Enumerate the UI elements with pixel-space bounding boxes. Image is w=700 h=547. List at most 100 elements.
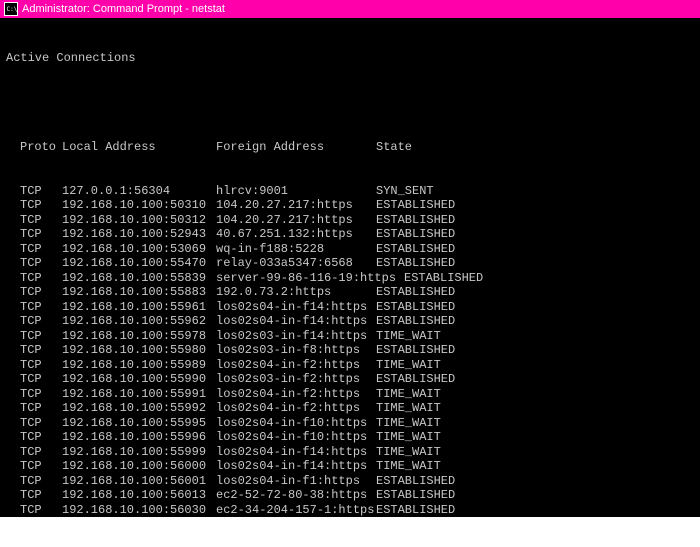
cell-foreign-address: hlrcv:9001 (216, 184, 376, 199)
cmd-icon: C:\ (4, 2, 18, 16)
terminal-output[interactable]: Active Connections ProtoLocal AddressFor… (0, 18, 700, 517)
cell-proto: TCP (6, 256, 62, 271)
cell-state: TIME_WAIT (376, 430, 441, 445)
connection-row: TCP192.168.10.100:55989los02s04-in-f2:ht… (6, 358, 694, 373)
cell-proto: TCP (6, 445, 62, 460)
col-local-header: Local Address (62, 140, 216, 155)
cell-state: SYN_SENT (376, 184, 434, 199)
title-bar[interactable]: C:\ Administrator: Command Prompt - nets… (0, 0, 700, 18)
cell-proto: TCP (6, 474, 62, 489)
cell-proto: TCP (6, 459, 62, 474)
cell-state: TIME_WAIT (376, 445, 441, 460)
cell-foreign-address: los02s03-in-f2:https (216, 372, 376, 387)
col-foreign-header: Foreign Address (216, 140, 376, 155)
cell-state: ESTABLISHED (376, 285, 455, 300)
cell-proto: TCP (6, 358, 62, 373)
cell-local-address: 192.168.10.100:52943 (62, 227, 216, 242)
connection-row: TCP192.168.10.100:55990los02s03-in-f2:ht… (6, 372, 694, 387)
connection-row: TCP192.168.10.100:56001los02s04-in-f1:ht… (6, 474, 694, 489)
cell-local-address: 192.168.10.100:55989 (62, 358, 216, 373)
cell-proto: TCP (6, 503, 62, 518)
col-proto-header: Proto (6, 140, 62, 155)
cell-foreign-address: los02s04-in-f10:https (216, 430, 376, 445)
page-margin (0, 517, 700, 547)
cell-proto: TCP (6, 184, 62, 199)
cell-local-address: 192.168.10.100:55991 (62, 387, 216, 402)
cell-local-address: 192.168.10.100:56001 (62, 474, 216, 489)
connection-row: TCP192.168.10.100:55839server-99-86-116-… (6, 271, 694, 286)
cell-foreign-address: los02s04-in-f1:https (216, 474, 376, 489)
cell-proto: TCP (6, 387, 62, 402)
connection-row: TCP127.0.0.1:56304hlrcv:9001SYN_SENT (6, 184, 694, 199)
cell-foreign-address: los02s04-in-f14:https (216, 300, 376, 315)
cell-proto: TCP (6, 416, 62, 431)
cell-local-address: 192.168.10.100:55978 (62, 329, 216, 344)
cell-proto: TCP (6, 430, 62, 445)
cell-local-address: 192.168.10.100:55962 (62, 314, 216, 329)
cell-foreign-address: 104.20.27.217:https (216, 213, 376, 228)
cell-proto: TCP (6, 242, 62, 257)
cell-proto: TCP (6, 401, 62, 416)
cell-state: ESTABLISHED (376, 198, 455, 213)
cell-state: ESTABLISHED (376, 503, 455, 518)
cell-local-address: 192.168.10.100:50310 (62, 198, 216, 213)
connection-row: TCP192.168.10.100:50310104.20.27.217:htt… (6, 198, 694, 213)
cell-state: ESTABLISHED (376, 256, 455, 271)
connection-row: TCP192.168.10.100:56013ec2-52-72-80-38:h… (6, 488, 694, 503)
cell-state: TIME_WAIT (376, 329, 441, 344)
cell-local-address: 192.168.10.100:55996 (62, 430, 216, 445)
cell-proto: TCP (6, 372, 62, 387)
cell-local-address: 192.168.10.100:55995 (62, 416, 216, 431)
cell-state: ESTABLISHED (376, 227, 455, 242)
cell-state: TIME_WAIT (376, 459, 441, 474)
col-state-header: State (376, 140, 412, 155)
cell-proto: TCP (6, 343, 62, 358)
cell-foreign-address: los02s03-in-f14:https (216, 329, 376, 344)
cell-local-address: 192.168.10.100:56013 (62, 488, 216, 503)
cell-state: ESTABLISHED (376, 372, 455, 387)
cell-state: ESTABLISHED (376, 474, 455, 489)
cell-foreign-address: los02s04-in-f14:https (216, 445, 376, 460)
cell-state: ESTABLISHED (376, 343, 455, 358)
cell-proto: TCP (6, 314, 62, 329)
cell-proto: TCP (6, 285, 62, 300)
connection-row: TCP192.168.10.100:55883192.0.73.2:httpsE… (6, 285, 694, 300)
connection-row: TCP192.168.10.100:5294340.67.251.132:htt… (6, 227, 694, 242)
cell-foreign-address: server-99-86-116-19:https (216, 271, 404, 286)
cell-foreign-address: relay-033a5347:6568 (216, 256, 376, 271)
cell-foreign-address: ec2-52-72-80-38:https (216, 488, 376, 503)
cell-local-address: 192.168.10.100:53069 (62, 242, 216, 257)
connection-row: TCP192.168.10.100:55978los02s03-in-f14:h… (6, 329, 694, 344)
cell-local-address: 192.168.10.100:55992 (62, 401, 216, 416)
cell-state: ESTABLISHED (376, 314, 455, 329)
cell-foreign-address: los02s04-in-f2:https (216, 358, 376, 373)
blank-line (6, 97, 694, 112)
columns-header: ProtoLocal AddressForeign AddressState (6, 140, 694, 155)
connection-rows: TCP127.0.0.1:56304hlrcv:9001SYN_SENTTCP1… (6, 184, 694, 518)
connection-row: TCP192.168.10.100:55962los02s04-in-f14:h… (6, 314, 694, 329)
connection-row: TCP192.168.10.100:55470relay-033a5347:65… (6, 256, 694, 271)
cmd-window: C:\ Administrator: Command Prompt - nets… (0, 0, 700, 547)
cell-local-address: 192.168.10.100:55470 (62, 256, 216, 271)
connection-row: TCP192.168.10.100:55991los02s04-in-f2:ht… (6, 387, 694, 402)
cell-local-address: 192.168.10.100:56000 (62, 459, 216, 474)
cell-local-address: 192.168.10.100:55980 (62, 343, 216, 358)
cell-foreign-address: 104.20.27.217:https (216, 198, 376, 213)
cell-proto: TCP (6, 300, 62, 315)
cell-foreign-address: ec2-34-204-157-1:https (216, 503, 376, 518)
cell-state: TIME_WAIT (376, 358, 441, 373)
cell-foreign-address: 192.0.73.2:https (216, 285, 376, 300)
cell-local-address: 192.168.10.100:56030 (62, 503, 216, 518)
cell-proto: TCP (6, 213, 62, 228)
window-title: Administrator: Command Prompt - netstat (22, 3, 225, 15)
connection-row: TCP192.168.10.100:55995los02s04-in-f10:h… (6, 416, 694, 431)
cell-local-address: 192.168.10.100:55990 (62, 372, 216, 387)
cell-state: ESTABLISHED (376, 213, 455, 228)
cell-local-address: 127.0.0.1:56304 (62, 184, 216, 199)
cell-foreign-address: los02s04-in-f14:https (216, 314, 376, 329)
cell-foreign-address: los02s04-in-f14:https (216, 459, 376, 474)
cell-foreign-address: los02s04-in-f10:https (216, 416, 376, 431)
cell-proto: TCP (6, 488, 62, 503)
connection-row: TCP192.168.10.100:55980los02s03-in-f8:ht… (6, 343, 694, 358)
connection-row: TCP192.168.10.100:53069wq-in-f188:5228ES… (6, 242, 694, 257)
